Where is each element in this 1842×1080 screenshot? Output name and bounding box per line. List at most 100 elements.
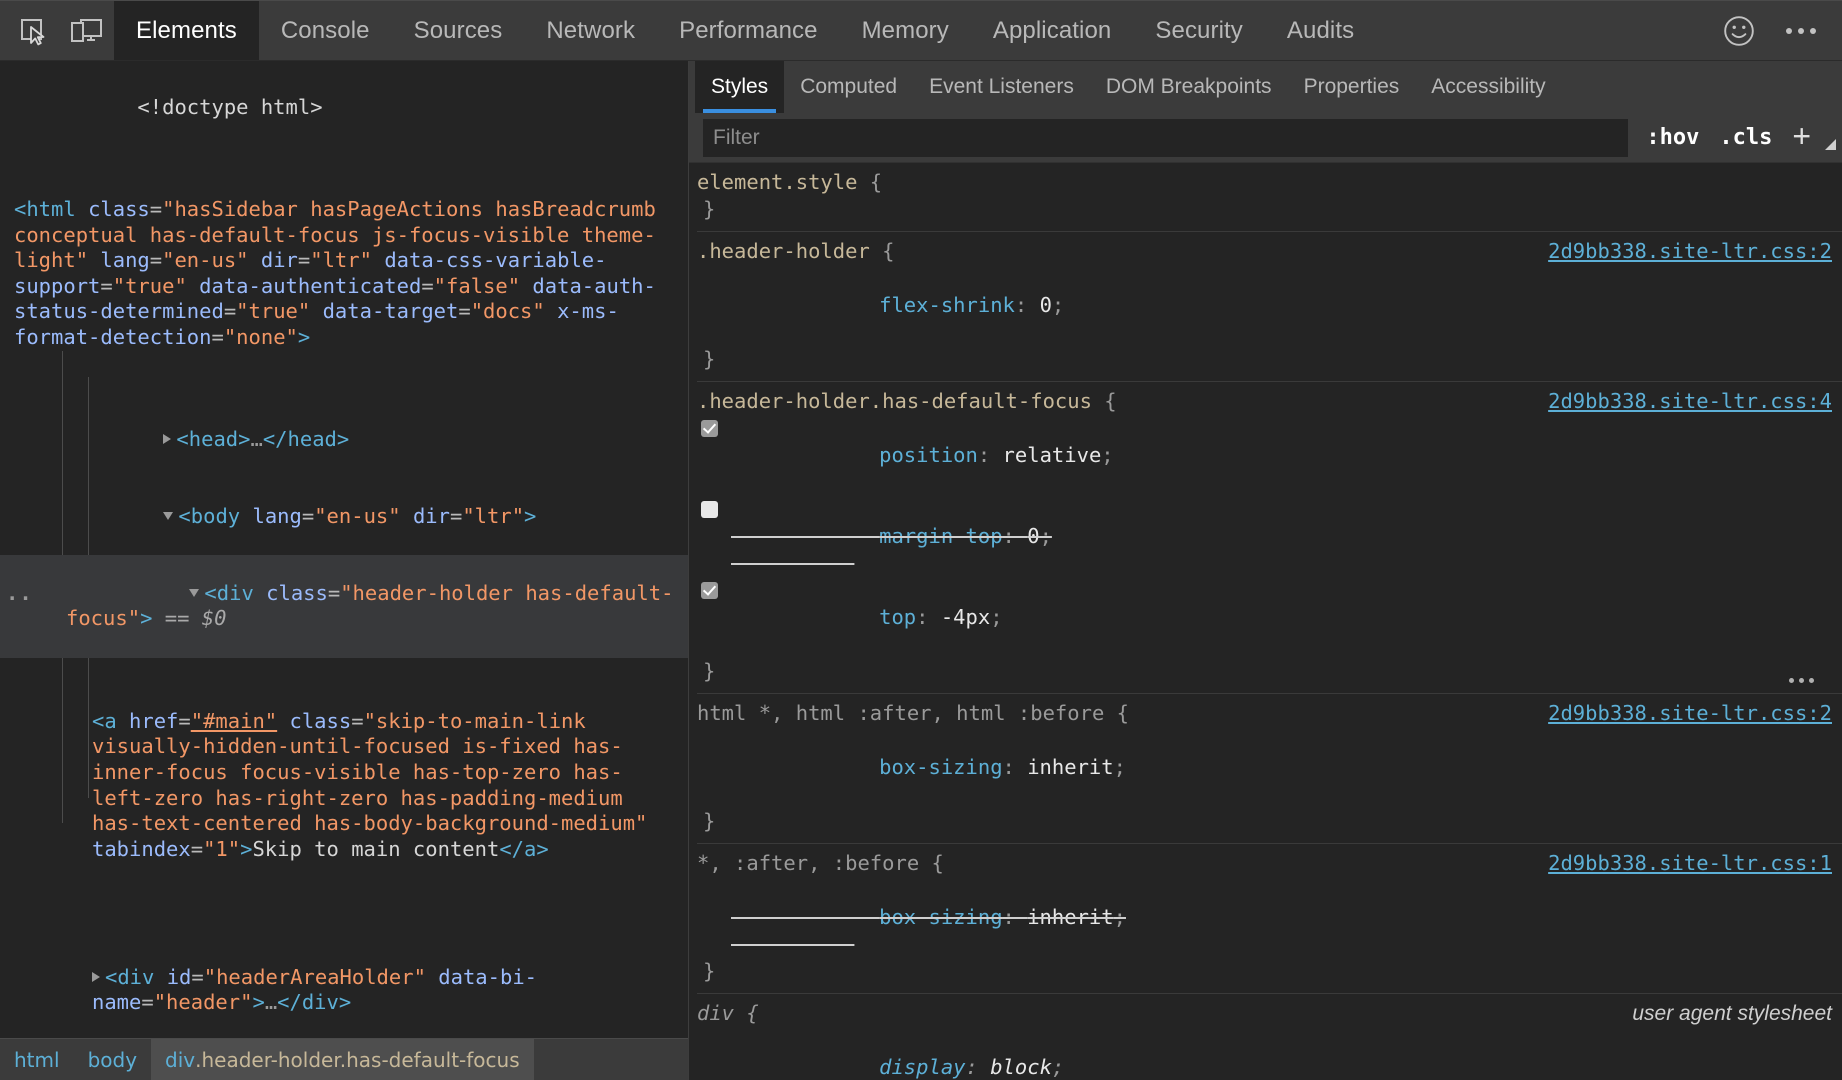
collapse-triangle-body-icon[interactable] bbox=[163, 512, 173, 520]
dom-line-doctype[interactable]: <!doctype html> bbox=[0, 69, 688, 146]
elements-dom-pane: <!doctype html> <html class="hasSidebar … bbox=[0, 61, 688, 1080]
dom-line-header-area-holder[interactable]: <div id="headerAreaHolder" data-bi-name=… bbox=[0, 914, 688, 1038]
breadcrumb-item-header-holder[interactable]: div.header-holder.has-default-focus bbox=[151, 1039, 534, 1080]
dom-line-skip-link[interactable]: <a href="#main" class="skip-to-main-link… bbox=[0, 658, 688, 914]
rule-header: html *, html :after, html :before { 2d9b… bbox=[697, 700, 1842, 727]
declaration-property[interactable]: flex-shrink bbox=[879, 293, 1015, 317]
styles-rules-list[interactable]: element.style { } .header-holder { 2d9bb… bbox=[689, 163, 1842, 1080]
rule-source-link[interactable]: 2d9bb338.site-ltr.css:2 bbox=[1548, 238, 1832, 265]
declaration-property[interactable]: box-sizing bbox=[879, 905, 1002, 929]
declaration-box-sizing-overridden[interactable]: box-sizing: inherit; bbox=[697, 877, 1842, 958]
toggle-element-class-button[interactable]: .cls bbox=[1709, 121, 1782, 154]
declaration-value[interactable]: 0 bbox=[1027, 524, 1039, 548]
expand-triangle-head-icon[interactable] bbox=[163, 434, 171, 444]
plus-label: + bbox=[1792, 118, 1811, 154]
tab-elements-label: Elements bbox=[136, 17, 237, 45]
style-rule-div-user-agent[interactable]: div { user agent stylesheet display: blo… bbox=[697, 994, 1842, 1080]
declaration-enabled-checkbox[interactable] bbox=[701, 420, 718, 437]
tab-console[interactable]: Console bbox=[259, 1, 392, 60]
style-rule-html-universal[interactable]: html *, html :after, html :before { 2d9b… bbox=[697, 694, 1842, 844]
device-toolbar-icon[interactable] bbox=[60, 1, 114, 60]
rule-source-link[interactable]: 2d9bb338.site-ltr.css:4 bbox=[1548, 388, 1832, 415]
style-rule-header-holder-has-default-focus[interactable]: .header-holder.has-default-focus { 2d9bb… bbox=[697, 382, 1842, 694]
declaration-property[interactable]: position bbox=[879, 443, 978, 467]
dom-header-area-holder-markup: <div id="headerAreaHolder" data-bi-name=… bbox=[92, 965, 688, 1016]
rule-header: div { user agent stylesheet bbox=[697, 1000, 1842, 1027]
dot-1 bbox=[1786, 28, 1792, 34]
declaration-value[interactable]: inherit bbox=[1027, 905, 1113, 929]
rule-selector[interactable]: .header-holder.has-default-focus bbox=[697, 388, 1092, 415]
tab-styles[interactable]: Styles bbox=[695, 61, 784, 113]
tab-security[interactable]: Security bbox=[1133, 1, 1265, 60]
declaration-margin-top[interactable]: margin-top: 0; bbox=[697, 496, 1842, 577]
tab-dom-breakpoints[interactable]: DOM Breakpoints bbox=[1090, 61, 1288, 113]
breadcrumb-item-body[interactable]: body bbox=[74, 1039, 151, 1080]
dom-tree[interactable]: <!doctype html> <html class="hasSidebar … bbox=[0, 61, 688, 1038]
rule-selector[interactable]: div bbox=[697, 1000, 734, 1027]
style-rule-universal[interactable]: *, :after, :before { 2d9bb338.site-ltr.c… bbox=[697, 844, 1842, 994]
tab-properties[interactable]: Properties bbox=[1288, 61, 1416, 113]
dom-html-markup: <html class="hasSidebar hasPageActions h… bbox=[14, 197, 688, 351]
tab-network[interactable]: Network bbox=[524, 1, 657, 60]
tab-memory[interactable]: Memory bbox=[840, 1, 971, 60]
dom-line-body[interactable]: <body lang="en-us" dir="ltr"> bbox=[0, 479, 688, 556]
style-rule-header-holder[interactable]: .header-holder { 2d9bb338.site-ltr.css:2… bbox=[697, 232, 1842, 382]
feedback-smiley-icon[interactable] bbox=[1722, 14, 1756, 48]
rule-user-agent-label: user agent stylesheet bbox=[1632, 1000, 1832, 1027]
rule-selector[interactable]: *, :after, :before bbox=[697, 850, 919, 877]
declaration-position[interactable]: position: relative; bbox=[697, 415, 1842, 496]
expand-triangle-header-area-icon[interactable] bbox=[92, 972, 100, 982]
tab-event-listeners[interactable]: Event Listeners bbox=[913, 61, 1090, 113]
resize-corner-icon[interactable] bbox=[1825, 139, 1836, 150]
declaration-enabled-checkbox[interactable] bbox=[701, 582, 718, 599]
breadcrumb-item-html[interactable]: html bbox=[0, 1039, 74, 1080]
declaration-value[interactable]: inherit bbox=[1027, 755, 1113, 779]
styles-filter-input[interactable] bbox=[703, 119, 1628, 157]
breadcrumb-div-classes: .header-holder.has-default-focus bbox=[195, 1048, 520, 1072]
declaration-property[interactable]: display bbox=[879, 1055, 965, 1079]
more-options-icon[interactable] bbox=[1782, 22, 1820, 40]
tab-accessibility[interactable]: Accessibility bbox=[1415, 61, 1561, 113]
tab-audits[interactable]: Audits bbox=[1265, 1, 1376, 60]
declaration-enabled-checkbox[interactable] bbox=[701, 501, 718, 518]
tab-performance[interactable]: Performance bbox=[657, 1, 840, 60]
dom-line-html[interactable]: <html class="hasSidebar hasPageActions h… bbox=[0, 146, 688, 402]
dom-line-head[interactable]: <head>…</head> bbox=[0, 402, 688, 479]
tab-application[interactable]: Application bbox=[971, 1, 1134, 60]
tab-sources[interactable]: Sources bbox=[392, 1, 525, 60]
declaration-property[interactable]: box-sizing bbox=[879, 755, 1002, 779]
new-style-rule-button[interactable]: + bbox=[1782, 120, 1825, 156]
declaration-box-sizing[interactable]: box-sizing: inherit; bbox=[697, 727, 1842, 808]
style-rule-element-style[interactable]: element.style { } bbox=[697, 163, 1842, 232]
declaration-value[interactable]: relative bbox=[1003, 443, 1102, 467]
tab-dom-breakpoints-label: DOM Breakpoints bbox=[1106, 75, 1272, 99]
tab-elements[interactable]: Elements bbox=[114, 1, 259, 60]
cls-label: .cls bbox=[1719, 125, 1772, 150]
toggle-pseudo-hov-button[interactable]: :hov bbox=[1636, 121, 1709, 154]
declaration-value[interactable]: block bbox=[990, 1055, 1052, 1079]
toolbar-right-actions bbox=[1722, 1, 1842, 60]
declaration-property[interactable]: margin-top bbox=[879, 524, 1002, 548]
rule-overflow-menu-icon[interactable] bbox=[1789, 678, 1814, 683]
dot-2 bbox=[1798, 28, 1804, 34]
tab-computed[interactable]: Computed bbox=[784, 61, 913, 113]
rule-selector[interactable]: html *, html :after, html :before bbox=[697, 700, 1104, 727]
tab-styles-label: Styles bbox=[711, 75, 768, 99]
rule-source-link[interactable]: 2d9bb338.site-ltr.css:2 bbox=[1548, 700, 1832, 727]
declaration-flex-shrink[interactable]: flex-shrink: 0; bbox=[697, 265, 1842, 346]
rule-close-brace: } bbox=[697, 658, 1842, 685]
declaration-top[interactable]: top: -4px; bbox=[697, 577, 1842, 658]
rule-close-brace: } bbox=[697, 196, 1842, 223]
inspect-element-icon[interactable] bbox=[6, 1, 60, 60]
breadcrumb-div-tag: div bbox=[165, 1048, 195, 1072]
declaration-property[interactable]: top bbox=[879, 605, 916, 629]
styles-pane-tabs: Styles Computed Event Listeners DOM Brea… bbox=[689, 61, 1842, 113]
collapse-triangle-header-holder-icon[interactable] bbox=[189, 589, 199, 597]
rule-selector[interactable]: .header-holder bbox=[697, 238, 870, 265]
declaration-value[interactable]: 0 bbox=[1040, 293, 1052, 317]
declaration-display[interactable]: display: block; bbox=[697, 1027, 1842, 1080]
rule-source-link[interactable]: 2d9bb338.site-ltr.css:1 bbox=[1548, 850, 1832, 877]
rule-selector[interactable]: element.style bbox=[697, 169, 857, 196]
dom-line-header-holder-selected[interactable]: ..<div class="header-holder has-default-… bbox=[0, 555, 688, 657]
declaration-value[interactable]: -4px bbox=[941, 605, 990, 629]
